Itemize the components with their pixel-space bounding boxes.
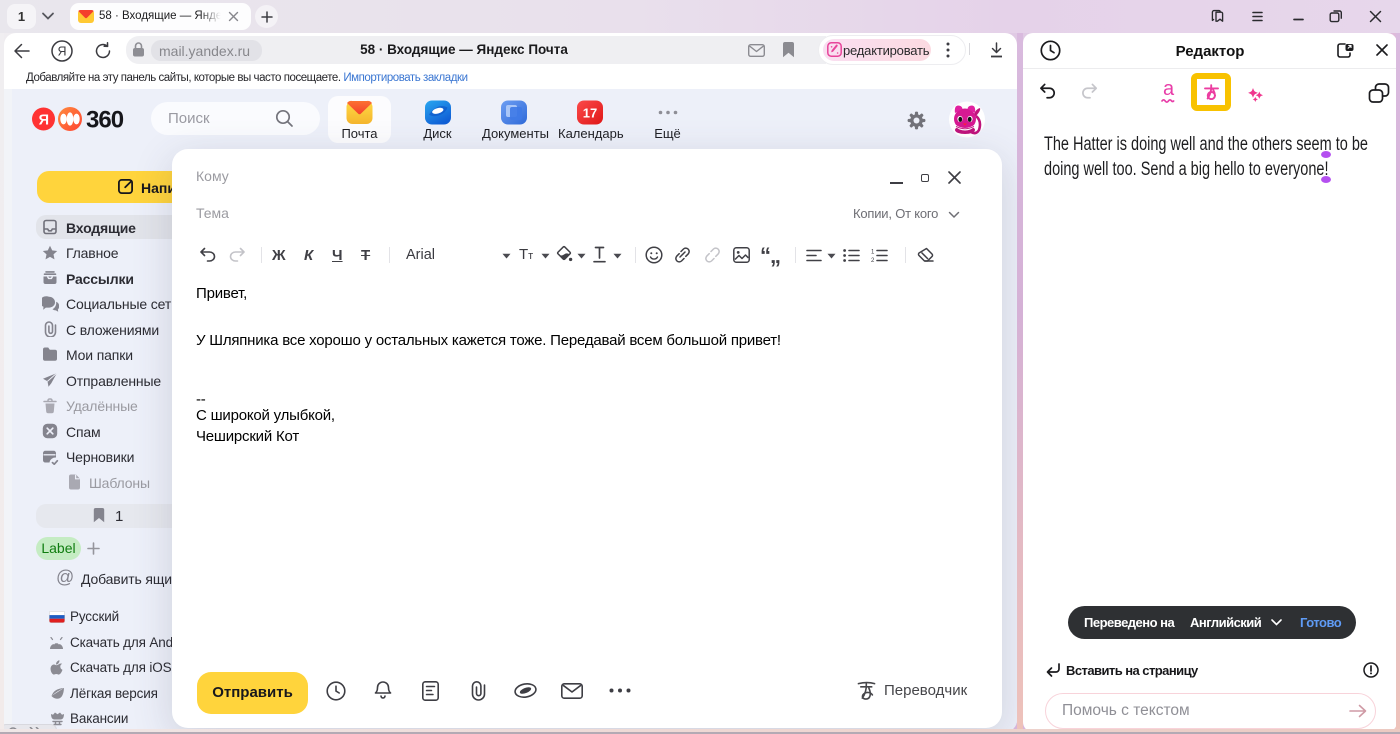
svg-text:1: 1: [871, 250, 875, 256]
svg-text:17: 17: [583, 106, 597, 121]
svg-text:2: 2: [871, 258, 875, 262]
svg-text:Я: Я: [39, 112, 49, 128]
svg-text:360: 360: [86, 107, 124, 131]
